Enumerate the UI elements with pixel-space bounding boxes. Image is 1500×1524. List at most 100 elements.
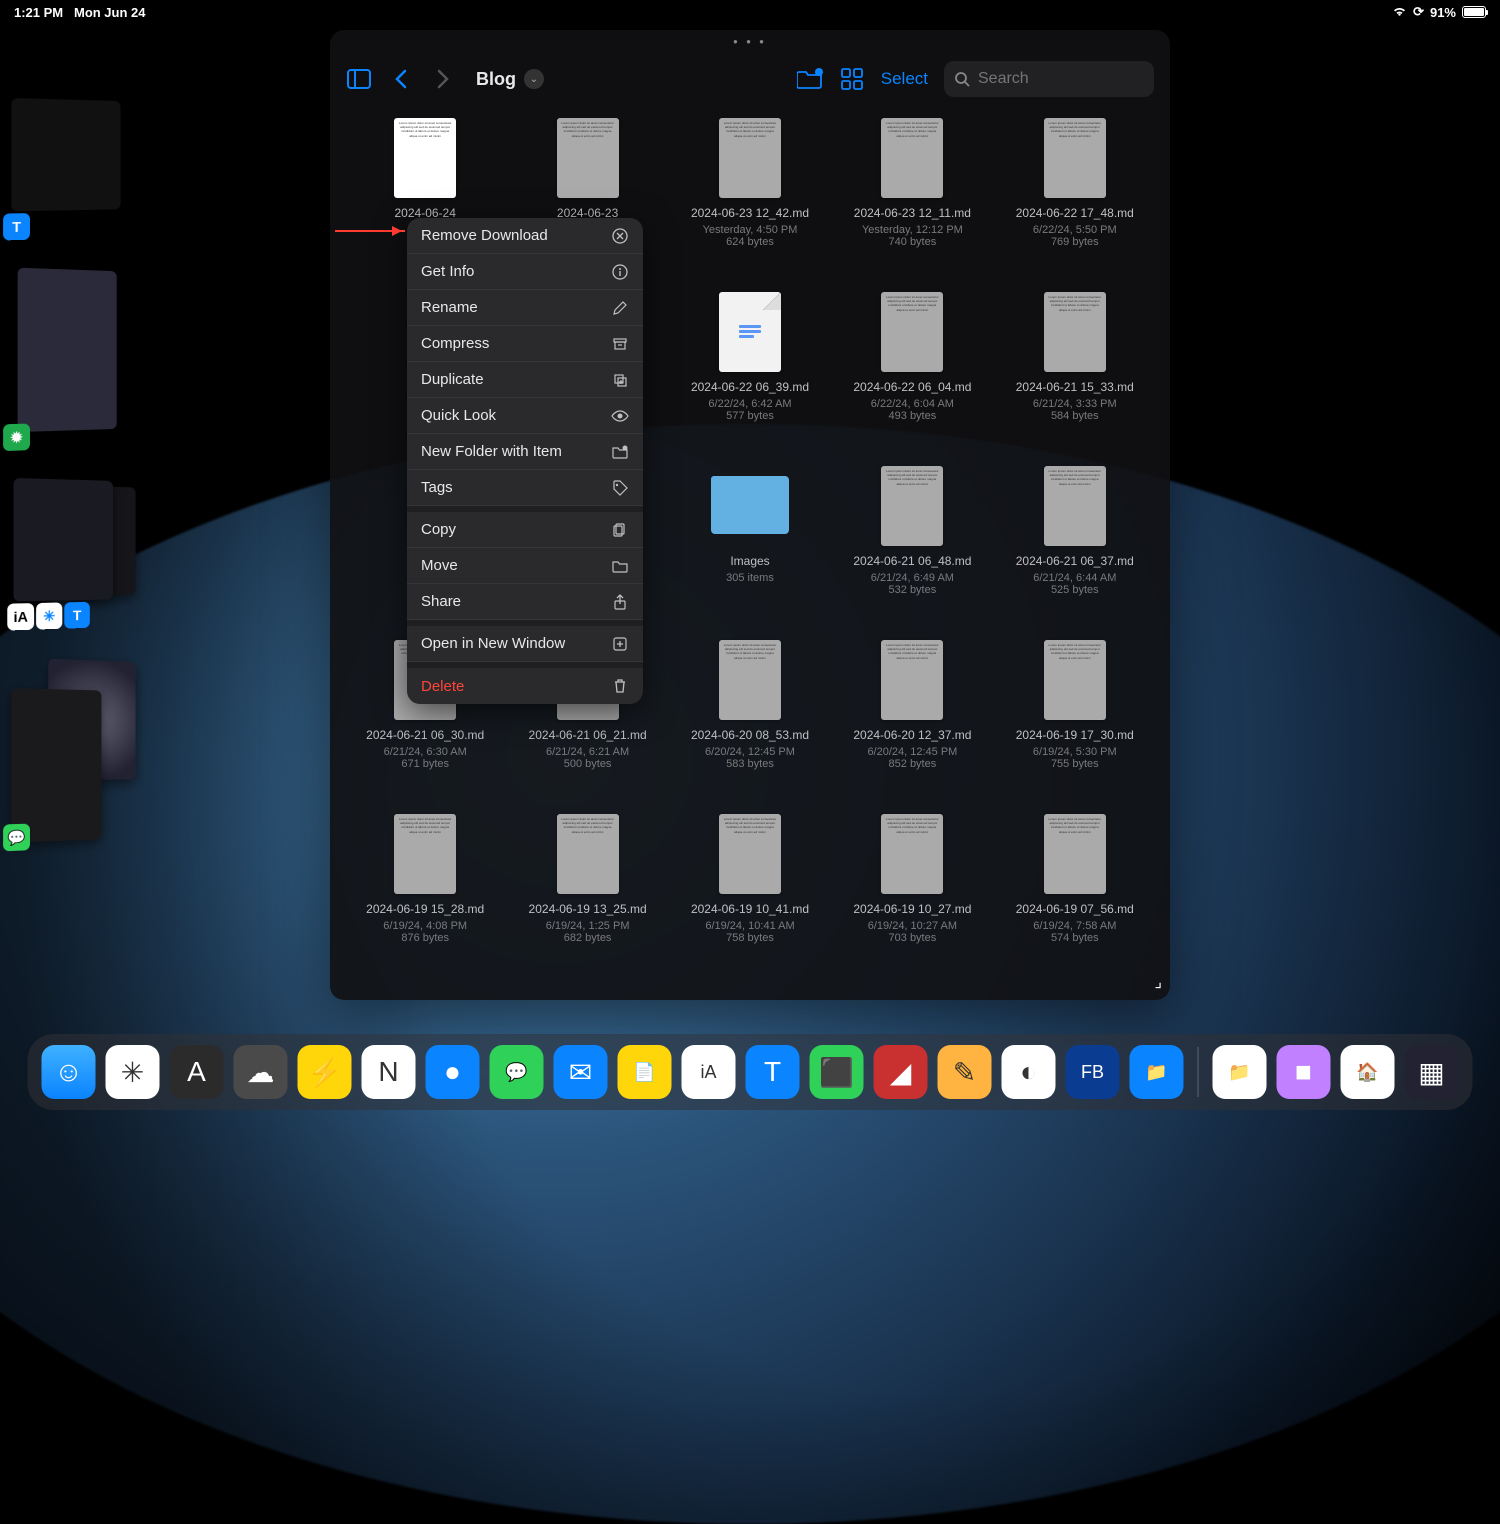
window-grabber-icon[interactable]: ● ● ● [733, 37, 767, 46]
status-time: 1:21 PM [14, 5, 63, 20]
menu-item-tags[interactable]: Tags [407, 470, 643, 506]
dock-app-numbers[interactable]: ⬛ [810, 1045, 864, 1099]
file-size: 583 bytes [726, 758, 774, 770]
file-item[interactable]: Lorem ipsum dolor sit amet consectetur a… [835, 466, 989, 622]
file-item[interactable]: Lorem ipsum dolor sit amet consectetur a… [835, 814, 989, 970]
file-item[interactable]: Lorem ipsum dolor sit amet consectetur a… [998, 640, 1152, 796]
menu-item-rename[interactable]: Rename [407, 290, 643, 326]
file-thumbnail: Lorem ipsum dolor sit amet consectetur a… [1044, 640, 1106, 720]
dock-app-purple[interactable]: ■ [1277, 1045, 1331, 1099]
breadcrumb-chevron-icon[interactable]: ⌄ [524, 69, 544, 89]
file-thumbnail: Lorem ipsum dolor sit amet consectetur a… [881, 466, 943, 546]
search-field[interactable] [944, 61, 1154, 97]
nav-back-icon[interactable] [388, 67, 414, 91]
file-item[interactable]: Lorem ipsum dolor sit amet consectetur a… [835, 118, 989, 274]
dock-app-files2[interactable]: 📁 [1213, 1045, 1267, 1099]
menu-item-open-in-new-window[interactable]: Open in New Window [407, 626, 643, 662]
file-item[interactable]: 2024-06-22 06_39.md6/22/24, 6:42 AM577 b… [673, 292, 827, 448]
file-date: 6/19/24, 7:58 AM [1033, 920, 1116, 932]
file-size: 584 bytes [1051, 410, 1099, 422]
dock-app-shortcuts[interactable]: ▦ [1405, 1045, 1459, 1099]
dock-app-safari[interactable]: ✳ [106, 1045, 160, 1099]
dock-app-home[interactable]: 🏠 [1341, 1045, 1395, 1099]
menu-item-new-folder-with-item[interactable]: New Folder with Item [407, 434, 643, 470]
dock-app-chat[interactable]: ● [426, 1045, 480, 1099]
file-size: 671 bytes [401, 758, 449, 770]
file-size: 876 bytes [401, 932, 449, 944]
file-item[interactable]: Lorem ipsum dolor sit amet consectetur a… [510, 814, 664, 970]
menu-item-quick-look[interactable]: Quick Look [407, 398, 643, 434]
menu-item-remove-download[interactable]: Remove Download [407, 218, 643, 254]
dock-app-fonts[interactable]: A [170, 1045, 224, 1099]
file-item[interactable]: Lorem ipsum dolor sit amet consectetur a… [998, 292, 1152, 448]
dock-app-mail[interactable]: ✉ [554, 1045, 608, 1099]
file-thumbnail: Lorem ipsum dolor sit amet consectetur a… [719, 640, 781, 720]
stage-group-2[interactable]: ✹ [7, 267, 154, 442]
file-name: 2024-06-21 06_48.md [853, 554, 971, 570]
file-item[interactable]: Lorem ipsum dolor sit amet consectetur a… [998, 466, 1152, 622]
duplicate-icon [611, 371, 629, 389]
dock-app-text[interactable]: T [746, 1045, 800, 1099]
annotation-arrow [335, 230, 405, 232]
menu-item-duplicate[interactable]: Duplicate [407, 362, 643, 398]
stage-group-4[interactable]: 💬 [7, 657, 154, 843]
dock-app-highlighter[interactable]: ✎ [938, 1045, 992, 1099]
breadcrumb-title[interactable]: Blog [476, 69, 516, 90]
dock-app-news[interactable]: N [362, 1045, 416, 1099]
stage-group-3[interactable]: iA ✳ T [7, 478, 154, 623]
menu-item-compress[interactable]: Compress [407, 326, 643, 362]
menu-item-label: Rename [421, 299, 478, 316]
dock-app-bolt[interactable]: ⚡ [298, 1045, 352, 1099]
file-item[interactable]: Lorem ipsum dolor sit amet consectetur a… [998, 118, 1152, 274]
stage-group-1[interactable]: T [7, 98, 154, 232]
menu-item-share[interactable]: Share [407, 584, 643, 620]
file-name: 2024-06-19 07_56.md [1016, 902, 1134, 918]
menu-item-label: Copy [421, 521, 456, 538]
file-date: 6/19/24, 10:41 AM [705, 920, 794, 932]
view-mode-icon[interactable] [839, 67, 865, 91]
menu-item-move[interactable]: Move [407, 548, 643, 584]
resize-handle-icon[interactable]: ⌟ [1155, 972, 1163, 992]
file-thumbnail: Lorem ipsum dolor sit amet consectetur a… [557, 814, 619, 894]
select-button[interactable]: Select [881, 69, 928, 89]
file-item[interactable]: Images305 items [673, 466, 827, 622]
folderplus-icon [611, 443, 629, 461]
new-folder-icon[interactable] [797, 67, 823, 91]
menu-item-get-info[interactable]: Get Info [407, 254, 643, 290]
menu-item-delete[interactable]: Delete [407, 668, 643, 704]
dock-app-finder[interactable]: ☺ [42, 1045, 96, 1099]
dock-app-copilot[interactable]: ◐ [1002, 1045, 1056, 1099]
file-thumbnail: Lorem ipsum dolor sit amet consectetur a… [881, 292, 943, 372]
file-date: 6/22/24, 6:04 AM [871, 398, 954, 410]
file-size: 577 bytes [726, 410, 774, 422]
dock-app-iawriter[interactable]: iA [682, 1045, 736, 1099]
file-name: 2024-06-19 15_28.md [366, 902, 484, 918]
eye-icon [611, 407, 629, 425]
file-thumbnail: Lorem ipsum dolor sit amet consectetur a… [1044, 466, 1106, 546]
dock-app-notes[interactable]: 📄 [618, 1045, 672, 1099]
dock-app-files[interactable]: 📁 [1130, 1045, 1184, 1099]
menu-item-label: Quick Look [421, 407, 496, 424]
menu-item-label: Delete [421, 678, 464, 695]
dock-app-affinity[interactable]: ◢ [874, 1045, 928, 1099]
file-item[interactable]: Lorem ipsum dolor sit amet consectetur a… [835, 640, 989, 796]
menu-item-label: New Folder with Item [421, 443, 562, 460]
file-item[interactable]: Lorem ipsum dolor sit amet consectetur a… [673, 118, 827, 274]
sidebar-toggle-icon[interactable] [346, 67, 372, 91]
file-item[interactable]: Lorem ipsum dolor sit amet consectetur a… [673, 640, 827, 796]
dock-app-icloud[interactable]: ☁ [234, 1045, 288, 1099]
file-item[interactable]: Lorem ipsum dolor sit amet consectetur a… [998, 814, 1152, 970]
file-item[interactable]: Lorem ipsum dolor sit amet consectetur a… [673, 814, 827, 970]
dock-app-messages[interactable]: 💬 [490, 1045, 544, 1099]
file-thumbnail: Lorem ipsum dolor sit amet consectetur a… [1044, 814, 1106, 894]
file-item[interactable]: Lorem ipsum dolor sit amet consectetur a… [835, 292, 989, 448]
folder-icon [711, 476, 789, 546]
battery-pct: 91% [1430, 5, 1456, 20]
dock-app-fb[interactable]: FB [1066, 1045, 1120, 1099]
file-item[interactable]: Lorem ipsum dolor sit amet consectetur a… [348, 814, 502, 970]
file-name: 2024-06-20 08_53.md [691, 728, 809, 744]
file-date: Yesterday, 12:12 PM [862, 224, 963, 236]
menu-item-copy[interactable]: Copy [407, 512, 643, 548]
search-input[interactable] [978, 70, 1170, 88]
file-name: 2024-06-23 12_42.md [691, 206, 809, 222]
